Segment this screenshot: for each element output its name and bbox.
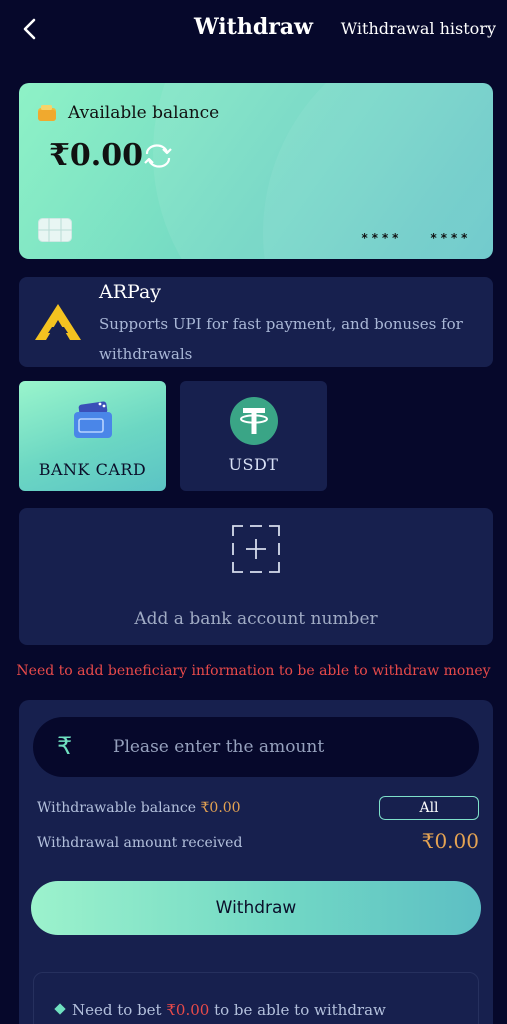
amount-input[interactable] bbox=[113, 731, 453, 763]
diamond-bullet-icon bbox=[54, 1003, 66, 1015]
bank-card-icon bbox=[73, 401, 112, 438]
arpay-description: Supports UPI for fast payment, and bonus… bbox=[99, 315, 463, 363]
available-balance-label: Available balance bbox=[68, 103, 220, 123]
withdraw-notes: Need to bet ₹0.00 to be able to withdraw bbox=[33, 972, 479, 1024]
arpay-logo-icon bbox=[35, 304, 81, 340]
card-chip-icon bbox=[38, 218, 72, 242]
available-balance-amount: ₹0.00 bbox=[49, 138, 143, 173]
wallet-icon bbox=[38, 105, 56, 121]
rupee-icon: ₹ bbox=[57, 732, 73, 760]
tab-usdt[interactable]: USDT bbox=[180, 381, 327, 491]
note-bet-amount: ₹0.00 bbox=[166, 1001, 210, 1019]
add-plus-icon bbox=[232, 525, 280, 573]
usdt-icon bbox=[229, 397, 278, 445]
add-bank-account-button[interactable]: Add a bank account number bbox=[19, 508, 493, 645]
add-bank-account-label: Add a bank account number bbox=[134, 609, 378, 629]
card-number-mask: **** bbox=[430, 231, 471, 245]
note-suffix: to be able to withdraw bbox=[214, 1001, 386, 1019]
balance-card: Available balance ₹0.00 **** **** bbox=[19, 83, 493, 259]
tab-bank-card-label: BANK CARD bbox=[38, 460, 147, 479]
withdrawable-balance-label: Withdrawable balance bbox=[37, 800, 197, 816]
refresh-icon[interactable] bbox=[142, 144, 174, 168]
note-prefix: Need to bet bbox=[72, 1001, 162, 1019]
all-button[interactable]: All bbox=[379, 796, 479, 820]
arpay-name: ARPay bbox=[99, 281, 162, 303]
tab-usdt-label: USDT bbox=[228, 455, 279, 474]
note-bet-requirement: Need to bet ₹0.00 to be able to withdraw bbox=[54, 1001, 386, 1019]
withdrawable-balance: Withdrawable balance ₹0.00 bbox=[37, 800, 241, 816]
amount-field: ₹ bbox=[33, 717, 479, 777]
received-amount-label: Withdrawal amount received bbox=[37, 835, 243, 851]
tab-bank-card[interactable]: BANK CARD bbox=[19, 381, 166, 491]
withdraw-button[interactable]: Withdraw bbox=[31, 881, 481, 935]
withdrawal-history-link[interactable]: Withdrawal history bbox=[341, 19, 496, 38]
card-number-mask: **** bbox=[361, 231, 402, 245]
beneficiary-warning: Need to add beneficiary information to b… bbox=[16, 663, 491, 679]
received-amount-value: ₹0.00 bbox=[421, 829, 479, 853]
arpay-option[interactable]: ARPay Supports UPI for fast payment, and… bbox=[19, 277, 493, 367]
top-bar: Withdraw Withdrawal history bbox=[0, 0, 507, 58]
withdrawable-balance-amount: ₹0.00 bbox=[200, 800, 241, 816]
withdraw-form: ₹ Withdrawable balance ₹0.00 All Withdra… bbox=[19, 700, 493, 1024]
